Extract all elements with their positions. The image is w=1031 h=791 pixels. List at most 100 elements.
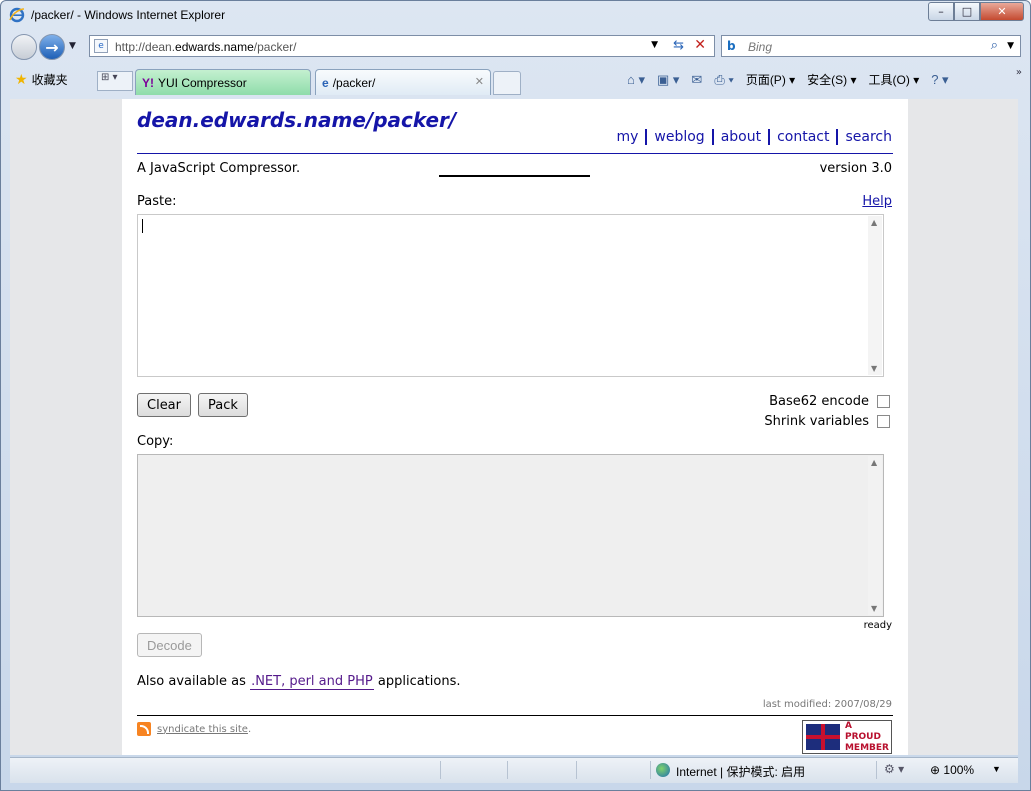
status-divider [440, 761, 441, 779]
address-bar[interactable]: e http://dean.edwards.name/packer/ ▼ ⇆ ✕ [89, 35, 715, 57]
page-viewport: dean.edwards.name/packer/ my weblog abou… [10, 99, 1018, 755]
syndicate-suffix: . [247, 723, 252, 735]
search-box[interactable]: b Bing ⌕ ▼ [721, 35, 1021, 57]
badge-line-2: MEMBER [844, 742, 889, 753]
last-modified: last modified: 2007/08/29 [762, 699, 892, 710]
close-tab-icon[interactable]: ✕ [475, 75, 484, 88]
nav-link-weblog[interactable]: weblog [645, 129, 711, 145]
syndicate-link[interactable]: syndicate this site [157, 724, 248, 735]
favorites-button[interactable]: ★ 收藏夹 [15, 71, 68, 88]
help-icon[interactable]: ? ▾ [931, 72, 948, 88]
page-content: dean.edwards.name/packer/ my weblog abou… [122, 99, 908, 755]
safety-menu[interactable]: 安全(S) ▾ [807, 71, 856, 88]
title-bar: /packer/ - Windows Internet Explorer – □… [1, 1, 1030, 31]
shrink-label: Shrink variables [764, 414, 869, 429]
scroll-down-icon[interactable]: ▼ [871, 604, 877, 613]
tab-yui-compressor[interactable]: Y! YUI Compressor [135, 69, 311, 95]
shrink-checkbox[interactable] [877, 415, 890, 428]
scroll-up-icon[interactable]: ▲ [871, 458, 877, 467]
mail-icon[interactable]: ✉ [691, 72, 702, 88]
copy-textarea[interactable]: ▲ ▼ [137, 454, 884, 617]
page-icon: e [94, 39, 108, 53]
grid-icon: ⊞ ▾ [101, 72, 118, 83]
navigation-bar: → ▼ e http://dean.edwards.name/packer/ ▼… [1, 31, 1030, 65]
browser-window: /packer/ - Windows Internet Explorer – □… [0, 0, 1031, 791]
paste-textarea[interactable]: ▲ ▼ [137, 214, 884, 377]
minimize-button[interactable]: – [928, 2, 954, 21]
header-divider [137, 153, 893, 154]
close-window-button[interactable]: ✕ [980, 2, 1024, 21]
decode-button[interactable]: Decode [137, 633, 202, 657]
status-divider [576, 761, 577, 779]
status-divider [876, 761, 877, 779]
base62-checkbox[interactable] [877, 395, 890, 408]
tools-menu[interactable]: 工具(O) ▾ [869, 71, 920, 88]
clear-button[interactable]: Clear [137, 393, 191, 417]
help-link[interactable]: Help [862, 194, 892, 209]
window-title: /packer/ - Windows Internet Explorer [31, 8, 226, 22]
search-options-dropdown-icon[interactable]: ▼ [1007, 41, 1014, 51]
internet-zone-icon [656, 763, 670, 777]
pack-button[interactable]: Pack [198, 393, 248, 417]
search-input[interactable]: Bing [748, 40, 772, 54]
status-divider [650, 761, 651, 779]
address-url[interactable]: http://dean.edwards.name/packer/ [115, 40, 296, 54]
quick-tabs-button[interactable]: ⊞ ▾ [97, 71, 133, 91]
page-menu[interactable]: 页面(P) ▾ [746, 71, 795, 88]
nav-link-contact[interactable]: contact [768, 129, 836, 145]
nav-link-search[interactable]: search [836, 129, 892, 145]
refresh-icon[interactable]: ⇆ [673, 38, 684, 53]
search-icon[interactable]: ⌕ [991, 38, 998, 53]
shrink-option: Shrink variables [764, 414, 890, 429]
site-title[interactable]: dean.edwards.name/packer/ [137, 108, 456, 132]
tab-bar: ★ 收藏夹 ⊞ ▾ Y! YUI Compressor e/packer/ ✕ ⌂ … [1, 65, 1030, 97]
url-path: /packer/ [253, 40, 297, 54]
tab-label: /packer/ [332, 76, 376, 90]
status-text: ready [863, 620, 892, 631]
print-icon[interactable]: ⎙ ▾ [714, 72, 733, 88]
copy-label: Copy: [137, 434, 174, 449]
bing-logo-icon: b [727, 39, 736, 53]
syndicate: syndicate this site. [137, 722, 251, 736]
recent-pages-dropdown-icon[interactable]: ▼ [69, 41, 76, 51]
back-button[interactable] [11, 34, 37, 60]
home-icon[interactable]: ⌂ ▾ [627, 72, 645, 88]
stop-icon[interactable]: ✕ [694, 37, 706, 53]
scroll-up-icon[interactable]: ▲ [871, 218, 877, 227]
url-prefix: http://dean. [115, 40, 176, 54]
yahoo-icon: Y! [142, 76, 154, 90]
zoom-dropdown-icon[interactable]: ▼ [992, 764, 1001, 774]
proud-member-badge[interactable]: A PROUD MEMBER [802, 720, 892, 754]
status-divider [507, 761, 508, 779]
maximize-button[interactable]: □ [954, 2, 980, 21]
feeds-icon[interactable]: ▣ ▾ [657, 72, 679, 88]
footer-divider [137, 715, 893, 716]
rss-icon[interactable] [137, 722, 151, 736]
ports-link[interactable]: .NET, perl and PHP [250, 674, 374, 690]
protected-mode-icon[interactable]: ⚙ ▾ [884, 762, 904, 776]
base62-label: Base62 encode [769, 394, 869, 409]
paste-label: Paste: [137, 194, 177, 209]
security-zone[interactable]: Internet | 保护模式: 启用 [676, 763, 805, 780]
zoom-value: 100% [943, 763, 975, 777]
ie-logo-icon [9, 7, 25, 23]
nav-link-about[interactable]: about [711, 129, 768, 145]
status-bar: Internet | 保护模式: 启用 ⚙ ▾ ⊕ 100% ▼ [10, 757, 1018, 783]
copy-scrollbar[interactable]: ▲ ▼ [868, 456, 882, 615]
page-menu-label: 页面(P) [745, 73, 786, 87]
forward-button[interactable]: → [39, 34, 65, 60]
command-bar: ⌂ ▾ ▣ ▾ ✉ ⎙ ▾ 页面(P) ▾ 安全(S) ▾ 工具(O) ▾ ? … [627, 71, 949, 88]
tab-packer[interactable]: e/packer/ ✕ [315, 69, 491, 95]
zoom-level[interactable]: ⊕ 100% [930, 763, 974, 777]
safety-menu-label: 安全(S) [807, 73, 848, 87]
window-controls: – □ ✕ [928, 2, 1024, 21]
avail-prefix: Also available as [137, 674, 246, 689]
tools-menu-label: 工具(O) [868, 73, 910, 87]
new-tab-button[interactable] [493, 71, 521, 95]
scroll-down-icon[interactable]: ▼ [871, 364, 877, 373]
nav-link-my[interactable]: my [609, 129, 645, 145]
badge-line-1: A PROUD [844, 720, 881, 742]
address-dropdown-icon[interactable]: ▼ [651, 40, 658, 50]
chevron-more-icon[interactable]: » [1016, 67, 1022, 78]
paste-scrollbar[interactable]: ▲ ▼ [868, 216, 882, 375]
